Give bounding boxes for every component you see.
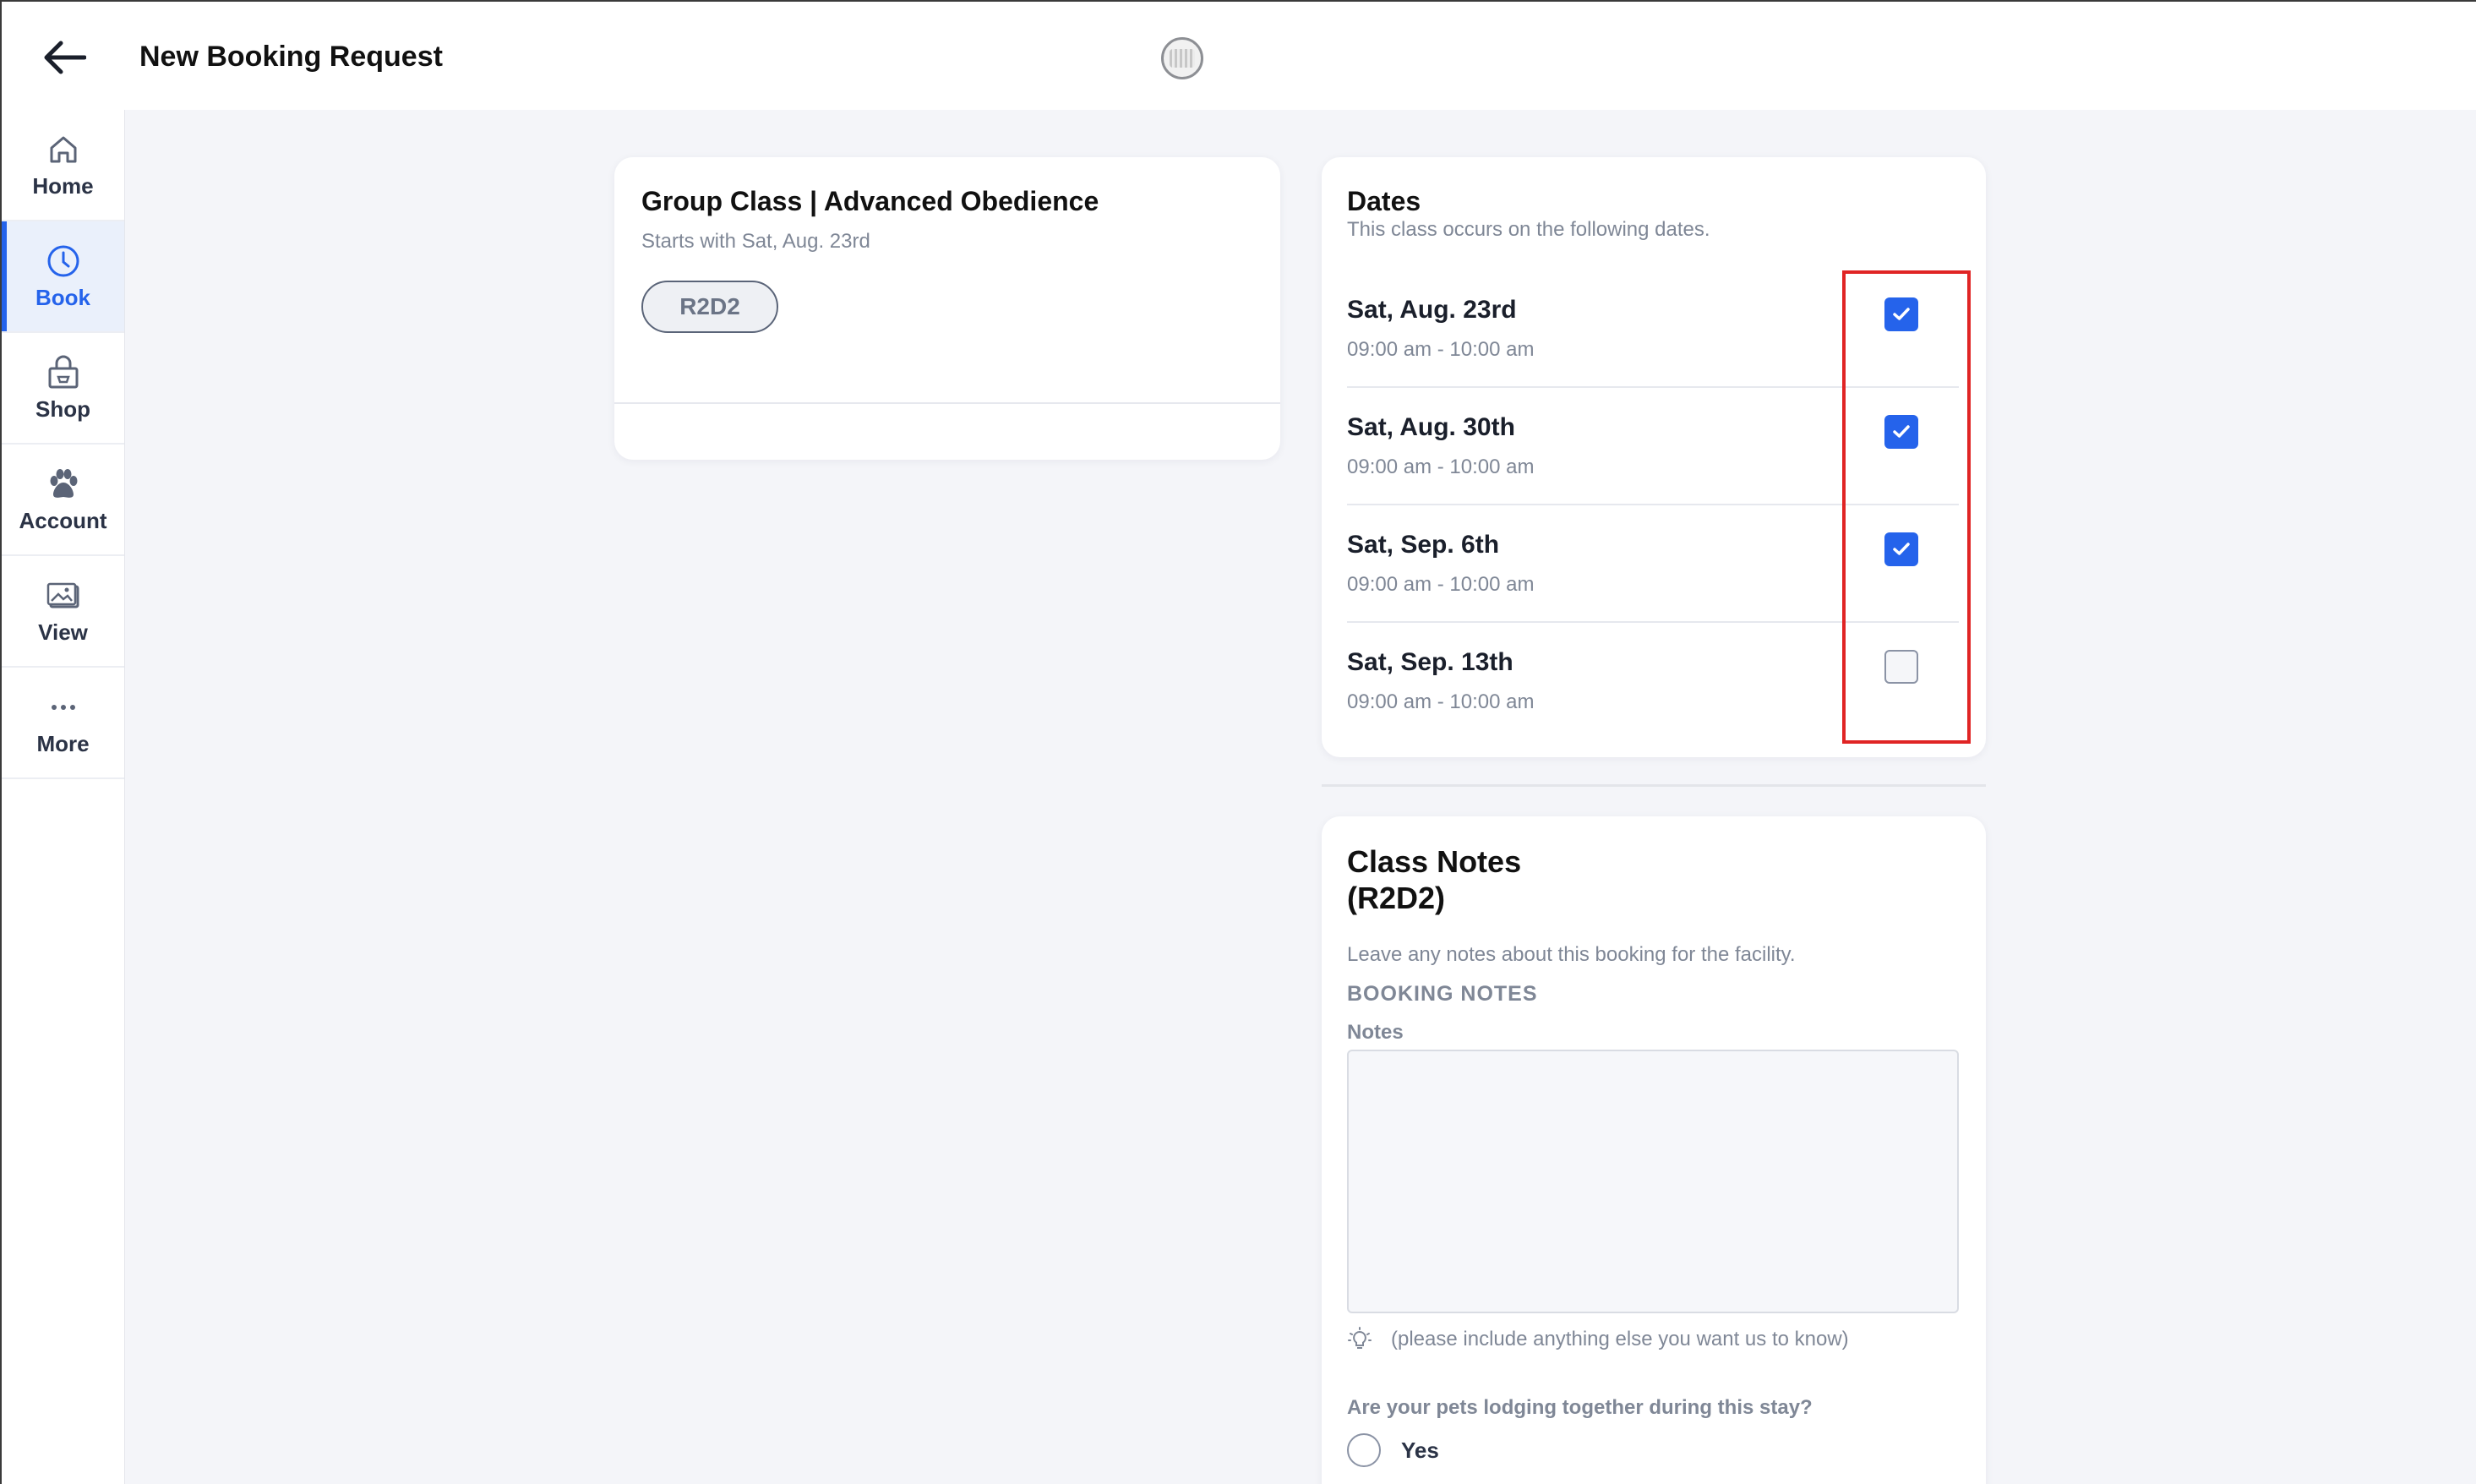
date-checkbox[interactable] [1884,532,1918,566]
section-divider [1322,784,1986,787]
paw-icon [45,466,82,503]
lodging-question: Are your pets lodging together during th… [1347,1396,1813,1419]
sidebar-item-label: Shop [35,396,90,422]
sidebar-item-label: View [38,619,88,645]
dates-title: Dates [1347,186,1421,216]
divider [614,402,1280,404]
date-label: Sat, Aug. 23rd [1347,296,1517,324]
notes-title: Class Notes (R2D2) [1347,843,1601,916]
radio-yes[interactable] [1347,1433,1381,1467]
class-notes-card: Class Notes (R2D2) Leave any notes about… [1322,816,1986,1484]
notes-title-pet: (R2D2) [1347,881,1446,915]
sidebar-item-label: Account [19,507,107,533]
notes-hint: (please include anything else you want u… [1347,1327,1849,1352]
date-row[interactable]: Sat, Sep. 13th 09:00 am - 10:00 am [1347,623,1959,740]
date-row[interactable]: Sat, Sep. 6th 09:00 am - 10:00 am [1347,505,1959,623]
dates-card: Dates This class occurs on the following… [1322,157,1986,757]
date-label: Sat, Sep. 13th [1347,648,1513,676]
facility-logo-icon [1161,37,1203,79]
sidebar-item-label: Book [35,284,90,310]
sidebar-item-view[interactable]: View [2,556,124,668]
radio-label: Yes [1401,1437,1439,1463]
sidebar-item-home[interactable]: Home [2,110,124,221]
back-button[interactable] [39,34,90,81]
booking-notes-heading: BOOKING NOTES [1347,982,1538,1006]
date-time: 09:00 am - 10:00 am [1347,573,1535,596]
top-bar: New Booking Request [0,0,2476,110]
date-checkbox[interactable] [1884,415,1918,449]
date-time: 09:00 am - 10:00 am [1347,456,1535,478]
date-time: 09:00 am - 10:00 am [1347,690,1535,713]
hint-text: (please include anything else you want u… [1391,1328,1849,1350]
date-row[interactable]: Sat, Aug. 23rd 09:00 am - 10:00 am [1347,270,1959,388]
home-icon [45,131,82,168]
lightbulb-icon [1348,1327,1372,1349]
sidebar-item-label: Home [32,172,94,199]
dates-subtitle: This class occurs on the following dates… [1347,218,1710,241]
sidebar-item-book[interactable]: Book [2,221,124,333]
date-label: Sat, Sep. 6th [1347,531,1500,559]
more-dots-icon [45,689,82,726]
notes-title-line: Class Notes [1347,844,1522,879]
check-icon [1893,543,1910,555]
class-start-date: Starts with Sat, Aug. 23rd [641,230,870,253]
date-time: 09:00 am - 10:00 am [1347,338,1535,361]
sidebar-item-account[interactable]: Account [2,445,124,556]
sidebar: Home Book Shop Account View More [0,110,125,1484]
check-icon [1893,308,1910,320]
notes-field-label: Notes [1347,1021,1404,1044]
sidebar-item-label: More [36,730,90,756]
pet-chip[interactable]: R2D2 [641,281,778,333]
sidebar-item-shop[interactable]: Shop [2,333,124,445]
gallery-icon [45,577,82,614]
arrow-left-icon [44,41,86,74]
date-label: Sat, Aug. 30th [1347,413,1515,441]
class-summary-card: Group Class | Advanced Obedience Starts … [614,157,1280,460]
shop-bag-icon [45,354,82,391]
check-icon [1893,425,1910,438]
notes-textarea[interactable] [1347,1050,1959,1313]
notes-description: Leave any notes about this booking for t… [1347,943,1796,966]
clock-icon [45,243,82,280]
sidebar-item-more[interactable]: More [2,668,124,779]
lodging-option-yes[interactable]: Yes [1347,1433,1439,1467]
date-row[interactable]: Sat, Aug. 30th 09:00 am - 10:00 am [1347,388,1959,505]
date-checkbox[interactable] [1884,650,1918,684]
class-title: Group Class | Advanced Obedience [641,186,1099,216]
date-checkbox[interactable] [1884,297,1918,331]
page-title: New Booking Request [139,41,443,73]
